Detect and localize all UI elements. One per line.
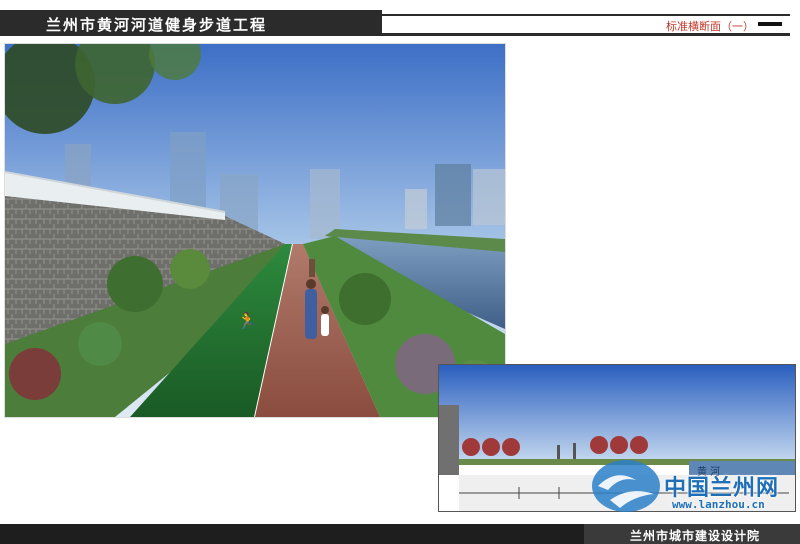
header-subtitle-area: 标准横断面（一） — [382, 10, 800, 36]
institute-name: 兰州市城市建设设计院 — [629, 529, 760, 543]
header-rule-bottom — [382, 33, 790, 36]
main-rendering: 🏃 — [4, 43, 506, 418]
section-wall — [439, 405, 459, 475]
rendering-svg: 🏃 — [5, 44, 505, 417]
header-title-bar: 兰州市黄河河道健身步道工程 — [0, 10, 382, 36]
page-title: 兰州市黄河河道健身步道工程 — [46, 16, 268, 34]
section-subtitle: 标准横断面（一） — [666, 20, 754, 33]
header-rule-top — [382, 14, 790, 16]
footer-bar: 兰州市城市建设设计院 — [0, 524, 800, 544]
watermark-logo-icon — [592, 460, 660, 512]
watermark: 中国兰州网 www.lanzhou.cn — [590, 456, 796, 516]
runner-symbol: 🏃 — [237, 311, 257, 330]
watermark-url: www.lanzhou.cn — [672, 498, 765, 511]
header-mark — [758, 22, 782, 26]
